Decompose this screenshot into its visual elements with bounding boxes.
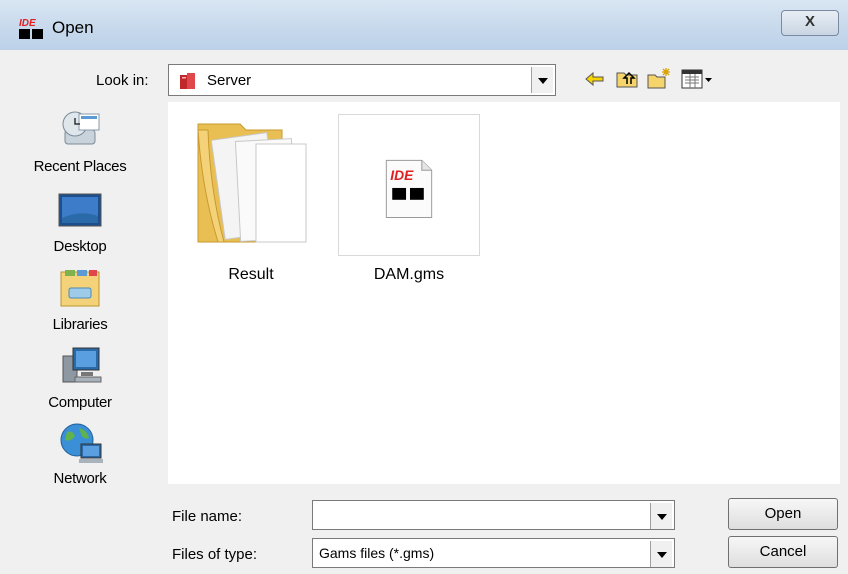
window-title: Open: [52, 18, 94, 37]
file-item-result[interactable]: Result: [180, 114, 322, 290]
place-label: Desktop: [53, 238, 107, 255]
up-folder-icon[interactable]: [614, 66, 640, 92]
file-name-input[interactable]: [315, 503, 655, 527]
file-name-label: File name:: [172, 508, 243, 525]
look-in-dropdown-arrow[interactable]: [531, 67, 553, 93]
files-of-type-value: Gams files (*.gms): [319, 545, 435, 561]
look-in-value: Server: [207, 72, 252, 89]
cancel-button[interactable]: Cancel: [728, 536, 838, 568]
files-of-type-dropdown-arrow[interactable]: [650, 541, 672, 567]
server-folder-icon: [180, 73, 195, 89]
network-icon: [60, 423, 103, 463]
file-list[interactable]: Result IDE DAM.gms: [168, 102, 840, 484]
file-item-dam-gms[interactable]: IDE DAM.gms: [338, 114, 480, 290]
look-in-label: Look in:: [96, 72, 149, 89]
back-icon[interactable]: [582, 66, 608, 92]
computer-icon: [62, 347, 102, 383]
file-item-label: DAM.gms: [373, 266, 445, 283]
close-button[interactable]: X: [781, 10, 839, 36]
file-item-label: Result: [228, 266, 274, 283]
place-label: Libraries: [52, 316, 108, 333]
files-of-type-label: Files of type:: [172, 546, 258, 563]
place-libraries[interactable]: Libraries: [30, 266, 130, 333]
place-computer[interactable]: Computer: [30, 344, 130, 411]
open-button[interactable]: Open: [728, 498, 838, 530]
recent-places-icon: [62, 111, 100, 145]
desktop-icon: [58, 193, 102, 227]
gms-file-icon: IDE: [338, 114, 480, 256]
file-name-combo[interactable]: [312, 500, 675, 530]
place-recent-places[interactable]: Recent Places: [30, 108, 130, 175]
folder-icon: [197, 123, 307, 243]
svg-text:IDE: IDE: [390, 168, 414, 183]
place-label: Computer: [48, 394, 112, 411]
open-dialog: IDE Open X Look in: Server Recent Places…: [0, 0, 848, 574]
title-bar[interactable]: IDE Open X: [0, 0, 848, 50]
files-of-type-combo[interactable]: Gams files (*.gms): [312, 538, 675, 568]
place-label: Network: [53, 470, 107, 487]
look-in-combo[interactable]: Server: [168, 64, 556, 96]
new-folder-icon[interactable]: [646, 66, 672, 92]
view-menu-icon[interactable]: [680, 66, 714, 92]
libraries-icon: [60, 270, 100, 307]
place-label: Recent Places: [33, 158, 127, 175]
place-desktop[interactable]: Desktop: [30, 188, 130, 255]
close-icon: X: [804, 13, 815, 30]
place-network[interactable]: Network: [30, 420, 130, 487]
ide-app-icon: IDE: [19, 18, 43, 39]
svg-text:IDE: IDE: [19, 18, 36, 29]
file-name-dropdown-arrow[interactable]: [650, 503, 672, 529]
